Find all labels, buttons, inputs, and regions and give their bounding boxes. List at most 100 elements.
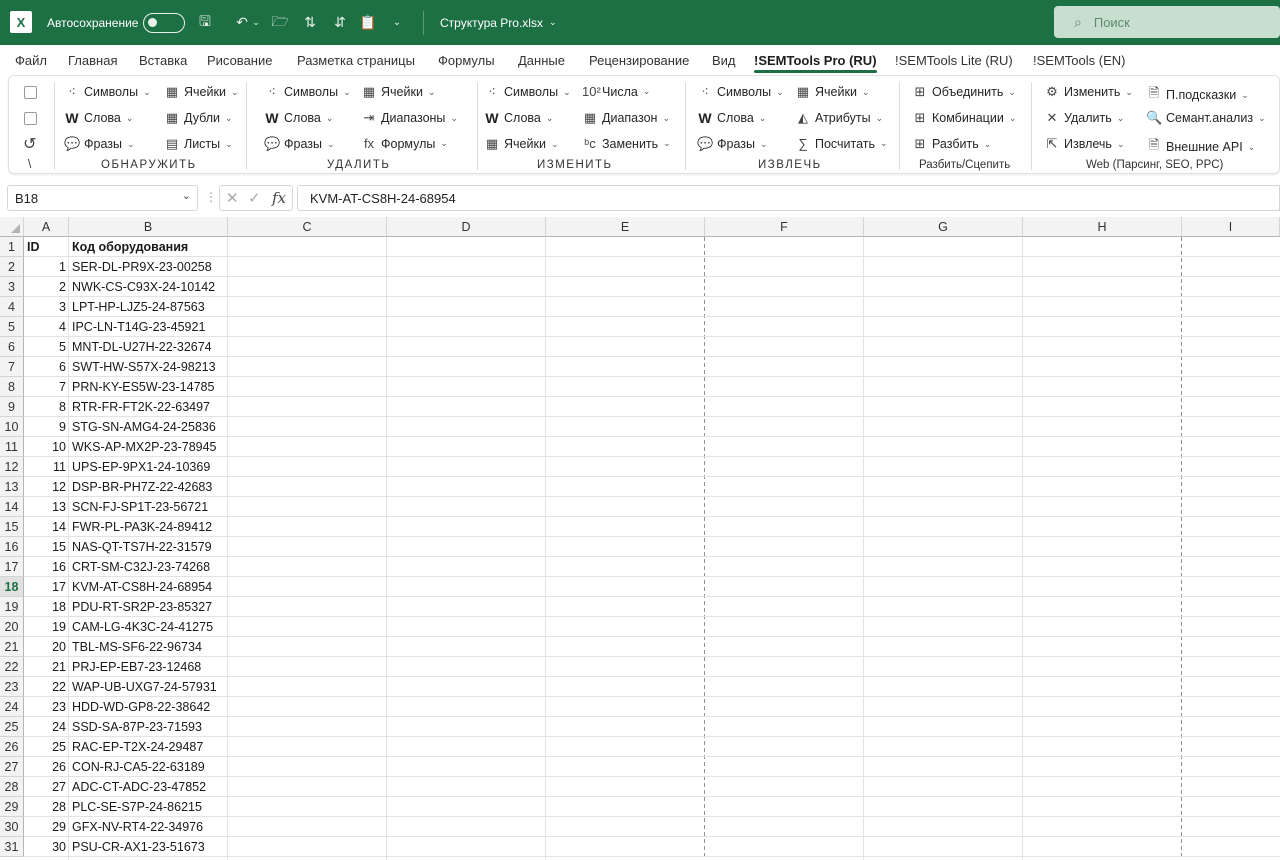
- row-header-17[interactable]: 17: [0, 557, 24, 577]
- table-cell-code[interactable]: RAC-EP-T2X-24-29487: [69, 737, 268, 757]
- ribbon-button-symbols[interactable]: ⁖ Символы ⌄: [264, 84, 350, 100]
- table-cell-code[interactable]: LPT-HP-LJZ5-24-87563: [69, 297, 268, 317]
- table-cell-code[interactable]: SSD-SA-87P-23-71593: [69, 717, 268, 737]
- ribbon-button-cells[interactable]: ▦ Ячейки ⌄: [795, 84, 870, 100]
- ribbon-button-numbers[interactable]: 10² Числа ⌄: [582, 84, 650, 99]
- sort-desc-icon[interactable]: ⇵: [330, 0, 350, 45]
- table-cell-id[interactable]: 15: [24, 537, 69, 557]
- tab-semtools-pro[interactable]: !SEMTools Pro (RU): [754, 53, 877, 73]
- table-cell-id[interactable]: 12: [24, 477, 69, 497]
- tab-view[interactable]: Вид: [712, 53, 736, 68]
- table-cell-code[interactable]: PRJ-EP-EB7-23-12468: [69, 657, 268, 677]
- table-cell-code[interactable]: CRT-SM-C32J-23-74268: [69, 557, 268, 577]
- row-header-18[interactable]: 18: [0, 577, 24, 597]
- row-header-27[interactable]: 27: [0, 757, 24, 777]
- table-cell-id[interactable]: 30: [24, 837, 69, 857]
- table-cell-code[interactable]: KVM-AT-CS8H-24-68954: [69, 577, 268, 597]
- open-folder-icon[interactable]: 🗁: [270, 0, 290, 45]
- ribbon-button-phrases[interactable]: 💬 Фразы ⌄: [64, 136, 135, 152]
- table-cell-id[interactable]: 17: [24, 577, 69, 597]
- ribbon-button-extract-web[interactable]: ⇱ Извлечь ⌄: [1044, 136, 1125, 152]
- tab-page-layout[interactable]: Разметка страницы: [297, 53, 415, 68]
- table-cell-id[interactable]: 21: [24, 657, 69, 677]
- table-cell-id[interactable]: 7: [24, 377, 69, 397]
- undo-dropdown-icon[interactable]: ⌄: [250, 0, 262, 45]
- table-cell-code[interactable]: HDD-WD-GP8-22-38642: [69, 697, 268, 717]
- table-cell-code[interactable]: PSU-CR-AX1-23-51673: [69, 837, 268, 857]
- formula-input[interactable]: KVM-AT-CS8H-24-68954: [297, 185, 1280, 211]
- row-header-24[interactable]: 24: [0, 697, 24, 717]
- row-header-23[interactable]: 23: [0, 677, 24, 697]
- row-header-19[interactable]: 19: [0, 597, 24, 617]
- table-cell-id[interactable]: 28: [24, 797, 69, 817]
- table-cell-id[interactable]: 9: [24, 417, 69, 437]
- table-cell-code[interactable]: GFX-NV-RT4-22-34976: [69, 817, 268, 837]
- row-header-13[interactable]: 13: [0, 477, 24, 497]
- row-header-9[interactable]: 9: [0, 397, 24, 417]
- row-header-22[interactable]: 22: [0, 657, 24, 677]
- table-cell-code[interactable]: PDU-RT-SR2P-23-85327: [69, 597, 268, 617]
- row-header-26[interactable]: 26: [0, 737, 24, 757]
- table-cell-code[interactable]: PLC-SE-S7P-24-86215: [69, 797, 268, 817]
- row-header-12[interactable]: 12: [0, 457, 24, 477]
- column-header-c[interactable]: C: [228, 217, 387, 237]
- undo-action-icon[interactable]: ↺: [23, 134, 36, 154]
- row-header-14[interactable]: 14: [0, 497, 24, 517]
- ribbon-button-words[interactable]: W Слова ⌄: [484, 110, 553, 126]
- ribbon-button-words[interactable]: W Слова ⌄: [264, 110, 333, 126]
- row-header-21[interactable]: 21: [0, 637, 24, 657]
- table-cell-id[interactable]: 26: [24, 757, 69, 777]
- table-cell-id[interactable]: 11: [24, 457, 69, 477]
- row-header-2[interactable]: 2: [0, 257, 24, 277]
- ribbon-button-duplicates[interactable]: ▦ Дубли ⌄: [164, 110, 233, 126]
- ribbon-button-range[interactable]: ▦ Диапазон ⌄: [582, 110, 670, 126]
- table-cell-code[interactable]: NAS-QT-TS7H-22-31579: [69, 537, 268, 557]
- name-box[interactable]: B18 ⌄: [7, 185, 198, 211]
- ribbon-button-delete-web[interactable]: ✕ Удалить ⌄: [1044, 110, 1125, 126]
- row-header-7[interactable]: 7: [0, 357, 24, 377]
- ribbon-checkbox-2[interactable]: [24, 112, 37, 125]
- table-cell-code[interactable]: PRN-KY-ES5W-23-14785: [69, 377, 268, 397]
- insert-function-icon[interactable]: fx: [272, 189, 286, 207]
- save-icon[interactable]: 🖫: [195, 0, 215, 45]
- table-cell-id[interactable]: 14: [24, 517, 69, 537]
- row-header-25[interactable]: 25: [0, 717, 24, 737]
- column-header-h[interactable]: H: [1023, 217, 1182, 237]
- table-cell-id[interactable]: 29: [24, 817, 69, 837]
- row-header-5[interactable]: 5: [0, 317, 24, 337]
- table-cell-id[interactable]: 4: [24, 317, 69, 337]
- tab-semtools-lite[interactable]: !SEMTools Lite (RU): [895, 53, 1013, 68]
- tab-insert[interactable]: Вставка: [139, 53, 187, 68]
- table-cell-code[interactable]: RTR-FR-FT2K-22-63497: [69, 397, 268, 417]
- table-cell-id[interactable]: 19: [24, 617, 69, 637]
- select-all-button[interactable]: [0, 217, 24, 237]
- row-header-4[interactable]: 4: [0, 297, 24, 317]
- table-cell-code[interactable]: DSP-BR-PH7Z-22-42683: [69, 477, 268, 497]
- row-header-28[interactable]: 28: [0, 777, 24, 797]
- ribbon-button-symbols[interactable]: ⁖ Символы ⌄: [484, 84, 570, 100]
- ribbon-button-replace[interactable]: ᵇc Заменить ⌄: [582, 136, 670, 151]
- tab-data[interactable]: Данные: [518, 53, 565, 68]
- row-header-31[interactable]: 31: [0, 837, 24, 857]
- table-cell-id[interactable]: 1: [24, 257, 69, 277]
- ribbon-button-formulas[interactable]: fx Формулы ⌄: [361, 136, 448, 151]
- ribbon-button-sheets[interactable]: ▤ Листы ⌄: [164, 136, 233, 152]
- table-cell-code[interactable]: SWT-HW-S57X-24-98213: [69, 357, 268, 377]
- table-cell-code[interactable]: NWK-CS-C93X-24-10142: [69, 277, 268, 297]
- column-header-b[interactable]: B: [69, 217, 228, 237]
- table-cell-id[interactable]: 25: [24, 737, 69, 757]
- clipboard-icon[interactable]: 📋: [358, 0, 378, 45]
- sort-asc-icon[interactable]: ⇅: [300, 0, 320, 45]
- table-cell-code[interactable]: TBL-MS-SF6-22-96734: [69, 637, 268, 657]
- table-cell-id[interactable]: 20: [24, 637, 69, 657]
- row-header-8[interactable]: 8: [0, 377, 24, 397]
- table-cell-id[interactable]: 3: [24, 297, 69, 317]
- table-cell-code[interactable]: CON-RJ-CA5-22-63189: [69, 757, 268, 777]
- row-header-16[interactable]: 16: [0, 537, 24, 557]
- tab-draw[interactable]: Рисование: [207, 53, 272, 68]
- row-header-30[interactable]: 30: [0, 817, 24, 837]
- table-cell-id[interactable]: 8: [24, 397, 69, 417]
- search-box[interactable]: ⌕ Поиск: [1054, 6, 1280, 38]
- ribbon-button-suggest[interactable]: 🗎 П.подсказки ⌄: [1146, 84, 1249, 106]
- row-header-6[interactable]: 6: [0, 337, 24, 357]
